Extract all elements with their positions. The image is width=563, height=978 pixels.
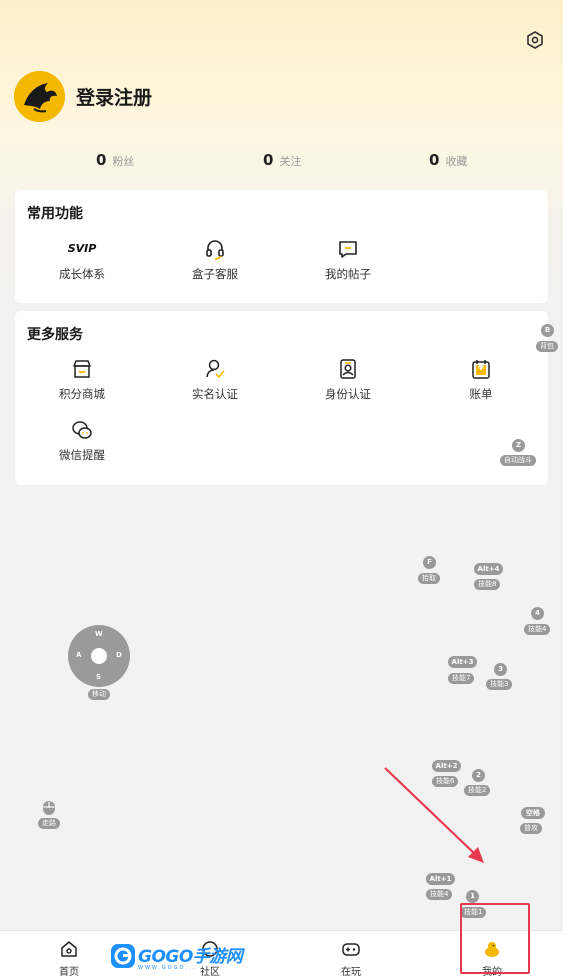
svip-icon: SVIP: [67, 242, 97, 255]
real-name-auth-button[interactable]: 实名认证: [165, 358, 265, 402]
gamepad-icon: [342, 943, 360, 956]
more-services-card: 更多服务 积分商城 实名认证 身份认证 ¥ 账单 微信提醒: [15, 311, 548, 485]
keymap-label: 技能4: [426, 889, 453, 900]
watermark-g-icon: [111, 944, 135, 968]
user-check-icon: [206, 359, 225, 379]
keymap-label: 技能7: [448, 673, 475, 684]
function-label: 成长体系: [59, 267, 105, 281]
keymap-key[interactable]: Alt+3: [448, 656, 477, 668]
keymap-label: 自动战斗: [500, 455, 536, 466]
keymap-key[interactable]: 3: [494, 663, 507, 676]
keymap-label: 背包: [536, 341, 558, 352]
stat-label: 粉丝: [112, 155, 135, 168]
keymap-key[interactable]: F: [423, 556, 436, 569]
store-icon: [73, 360, 91, 378]
section-title: 更多服务: [27, 327, 83, 343]
mouse-icon: [43, 801, 55, 815]
nav-item-home[interactable]: 首页: [19, 931, 119, 978]
nav-item-playing[interactable]: 在玩: [301, 931, 401, 978]
watermark-text: GOGO手游网: [138, 946, 243, 967]
keymap-label: 走路: [38, 818, 60, 829]
my-posts-button[interactable]: 我的帖子: [298, 238, 398, 282]
highlight-box: [460, 903, 530, 974]
identity-auth-button[interactable]: 身份认证: [298, 358, 398, 402]
dpad-up: W: [95, 630, 103, 638]
keymap-label: 普攻: [520, 823, 542, 834]
stat-favorites[interactable]: 0 收藏: [429, 151, 467, 169]
keymap-key[interactable]: 空格: [521, 807, 545, 819]
service-label: 实名认证: [192, 387, 238, 401]
points-mall-button[interactable]: 积分商城: [32, 358, 132, 402]
wechat-icon: [72, 421, 92, 439]
keymap-key[interactable]: B: [541, 324, 554, 337]
growth-system-button[interactable]: SVIP 成长体系: [32, 238, 132, 282]
stat-label: 关注: [279, 155, 302, 168]
common-functions-card: 常用功能 SVIP 成长体系 盒子客服 我的帖子: [15, 190, 548, 303]
annotation-arrow-icon: [384, 767, 484, 863]
service-label: 账单: [469, 387, 493, 401]
stat-count: 0: [263, 151, 274, 169]
keymap-label: 技能8: [474, 579, 501, 590]
function-label: 我的帖子: [325, 267, 371, 281]
avatar[interactable]: [14, 71, 65, 122]
bill-button[interactable]: ¥ 账单: [431, 358, 531, 402]
login-register-link[interactable]: 登录注册: [76, 83, 152, 110]
nav-label: 首页: [59, 967, 79, 978]
section-title: 常用功能: [27, 206, 83, 222]
id-badge-icon: [340, 359, 356, 379]
service-label: 微信提醒: [59, 448, 105, 462]
dpad-right: D: [116, 651, 122, 659]
service-label: 身份认证: [325, 387, 371, 401]
nav-label: 在玩: [341, 967, 361, 978]
bill-icon: ¥: [470, 358, 492, 380]
dpad-center: [91, 648, 107, 664]
movement-dpad[interactable]: W A D S: [68, 625, 130, 687]
keymap-label: 技能3: [486, 679, 513, 690]
wechat-reminder-button[interactable]: 微信提醒: [32, 419, 132, 463]
stat-following[interactable]: 0 关注: [263, 151, 301, 169]
function-label: 盒子客服: [192, 267, 238, 281]
keymap-key[interactable]: 4: [531, 607, 544, 620]
customer-service-button[interactable]: 盒子客服: [165, 238, 265, 282]
keymap-key[interactable]: Alt+4: [474, 563, 503, 575]
stat-label: 收藏: [445, 155, 468, 168]
keymap-label: 拾取: [418, 573, 440, 584]
stat-fans[interactable]: 0 粉丝: [96, 151, 134, 169]
stat-count: 0: [96, 151, 107, 169]
service-label: 积分商城: [59, 387, 105, 401]
profile-header[interactable]: 登录注册: [14, 71, 152, 122]
settings-icon[interactable]: [525, 30, 545, 50]
keymap-key[interactable]: Alt+1: [426, 873, 455, 885]
keymap-key[interactable]: Z: [512, 439, 525, 452]
dpad-left: A: [76, 651, 82, 659]
keymap-key[interactable]: 1: [466, 890, 479, 903]
dpad-down: S: [96, 673, 102, 681]
dragon-logo-icon: [14, 71, 65, 122]
keymap-label: 技能4: [524, 624, 551, 635]
post-icon: [339, 241, 357, 258]
stat-count: 0: [429, 151, 440, 169]
watermark-logo: GOGO手游网 WWW.GOGO...: [110, 942, 243, 971]
headset-icon: [206, 240, 224, 260]
keymap-label: 移动: [88, 689, 110, 700]
home-icon: [61, 941, 77, 957]
stats-row: 0 粉丝 0 关注 0 收藏: [0, 151, 563, 171]
